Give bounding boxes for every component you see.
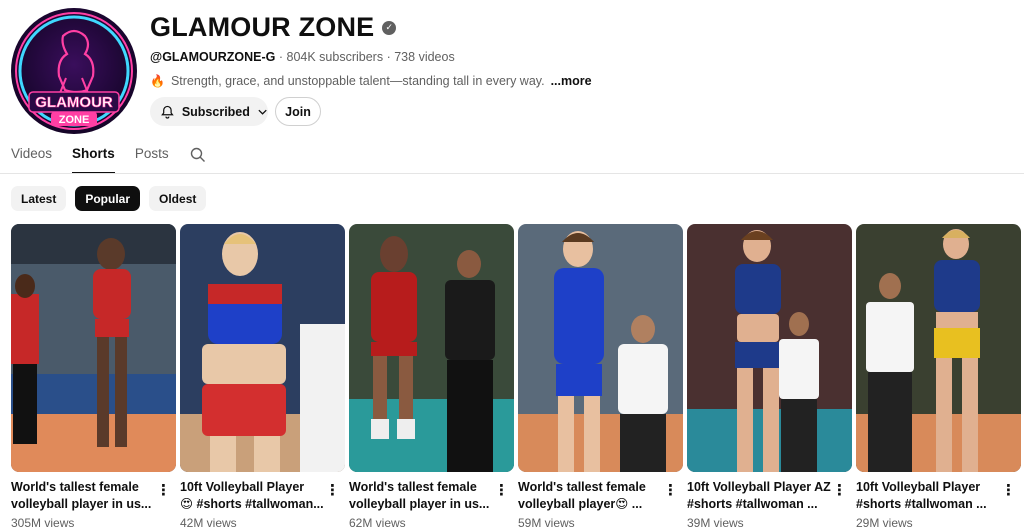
- tab-shorts[interactable]: Shorts: [72, 146, 115, 174]
- short-views: 42M views: [180, 516, 237, 530]
- thumbnail-image: [180, 224, 345, 472]
- thumbnail-image: [856, 224, 1021, 472]
- short-card[interactable]: 10ft Volleyball Player AZ #shorts #tallw…: [687, 224, 852, 530]
- thumbnail-image: [349, 224, 514, 472]
- shorts-grid: World's tallest female volleyball player…: [11, 224, 1021, 530]
- short-thumbnail[interactable]: [11, 224, 176, 472]
- short-thumbnail[interactable]: [349, 224, 514, 472]
- channel-meta: @GLAMOURZONE-G · 804K subscribers · 738 …: [150, 50, 455, 64]
- short-title-line2: #shorts #tallwoman ...: [687, 497, 818, 511]
- chevron-down-icon: [258, 109, 267, 115]
- short-title[interactable]: 10ft Volleyball Player #shorts #tallwoma…: [856, 479, 1002, 513]
- join-button[interactable]: Join: [275, 97, 321, 126]
- short-card[interactable]: 10ft Volleyball Player 😍 #shorts #tallwo…: [180, 224, 345, 530]
- chip-popular[interactable]: Popular: [75, 186, 141, 211]
- short-title-line1: World's tallest female: [518, 480, 646, 494]
- more-vertical-icon[interactable]: ⋮: [663, 483, 678, 499]
- short-views: 62M views: [349, 516, 406, 530]
- channel-description[interactable]: 🔥 Strength, grace, and unstoppable talen…: [150, 74, 592, 88]
- short-title-line2: volleyball player😍 ...: [518, 497, 643, 511]
- description-text: Strength, grace, and unstoppable talent—…: [170, 74, 545, 88]
- short-title-line1: World's tallest female: [349, 480, 477, 494]
- short-views: 39M views: [687, 516, 744, 530]
- more-vertical-icon[interactable]: ⋮: [325, 483, 340, 499]
- short-title[interactable]: World's tallest female volleyball player…: [349, 479, 495, 513]
- bell-icon: [161, 105, 174, 119]
- subscriber-count: 804K subscribers: [286, 50, 384, 64]
- short-views: 59M views: [518, 516, 575, 530]
- thumbnail-image: [11, 224, 176, 472]
- more-vertical-icon[interactable]: ⋮: [832, 483, 847, 499]
- thumbnail-image: [518, 224, 683, 472]
- meta-separator-2: ·: [386, 50, 391, 64]
- short-card[interactable]: World's tallest female volleyball player…: [518, 224, 683, 530]
- video-count: 738 videos: [394, 50, 455, 64]
- channel-tabs: Videos Shorts Posts: [11, 146, 189, 174]
- short-views: 29M views: [856, 516, 913, 530]
- join-label: Join: [285, 104, 311, 119]
- fire-emoji: 🔥: [150, 74, 165, 88]
- search-icon[interactable]: [190, 147, 206, 163]
- short-title[interactable]: 10ft Volleyball Player AZ #shorts #tallw…: [687, 479, 833, 513]
- short-thumbnail[interactable]: [687, 224, 852, 472]
- verified-check-icon: ✓: [382, 20, 397, 35]
- tabs-divider: [0, 173, 1024, 174]
- avatar-text-top: GLAMOUR: [35, 94, 113, 111]
- more-link[interactable]: ...more: [551, 74, 592, 88]
- tab-videos[interactable]: Videos: [11, 146, 52, 174]
- glamour-zone-logo: GLAMOUR ZONE: [15, 12, 133, 130]
- avatar-text-bottom: ZONE: [59, 114, 90, 126]
- short-thumbnail[interactable]: [856, 224, 1021, 472]
- channel-handle: @GLAMOURZONE-G: [150, 50, 276, 64]
- short-title-line2: volleyball player in us...: [11, 497, 152, 511]
- channel-title: GLAMOUR ZONE ✓: [150, 12, 397, 43]
- short-views: 305M views: [11, 516, 75, 530]
- chip-oldest[interactable]: Oldest: [149, 186, 207, 211]
- short-thumbnail[interactable]: [518, 224, 683, 472]
- channel-name: GLAMOUR ZONE: [150, 12, 375, 42]
- short-title-line2: volleyball player in us...: [349, 497, 490, 511]
- short-title-line1: 10ft Volleyball Player: [856, 480, 981, 494]
- more-vertical-icon[interactable]: ⋮: [1001, 483, 1016, 499]
- more-vertical-icon[interactable]: ⋮: [156, 483, 171, 499]
- tab-posts[interactable]: Posts: [135, 146, 169, 174]
- short-card[interactable]: 10ft Volleyball Player #shorts #tallwoma…: [856, 224, 1021, 530]
- more-vertical-icon[interactable]: ⋮: [494, 483, 509, 499]
- short-title-line1: 10ft Volleyball Player: [180, 480, 305, 494]
- chip-latest[interactable]: Latest: [11, 186, 67, 211]
- channel-avatar[interactable]: GLAMOUR ZONE: [11, 8, 137, 134]
- short-card[interactable]: World's tallest female volleyball player…: [11, 224, 176, 530]
- short-title-line2: 😍 #shorts #tallwoman...: [180, 497, 324, 511]
- subscribed-button[interactable]: Subscribed: [150, 97, 268, 126]
- short-title-line1: World's tallest female: [11, 480, 139, 494]
- short-thumbnail[interactable]: [180, 224, 345, 472]
- short-card[interactable]: World's tallest female volleyball player…: [349, 224, 514, 530]
- sort-chips: Latest Popular Oldest: [11, 186, 207, 211]
- short-title-line2: #shorts #tallwoman ...: [856, 497, 987, 511]
- short-title[interactable]: 10ft Volleyball Player 😍 #shorts #tallwo…: [180, 479, 326, 513]
- short-title[interactable]: World's tallest female volleyball player…: [518, 479, 664, 513]
- meta-separator: ·: [278, 50, 284, 64]
- thumbnail-image: [687, 224, 852, 472]
- short-title[interactable]: World's tallest female volleyball player…: [11, 479, 157, 513]
- subscribed-label: Subscribed: [181, 104, 250, 119]
- short-title-line1: 10ft Volleyball Player AZ: [687, 480, 831, 494]
